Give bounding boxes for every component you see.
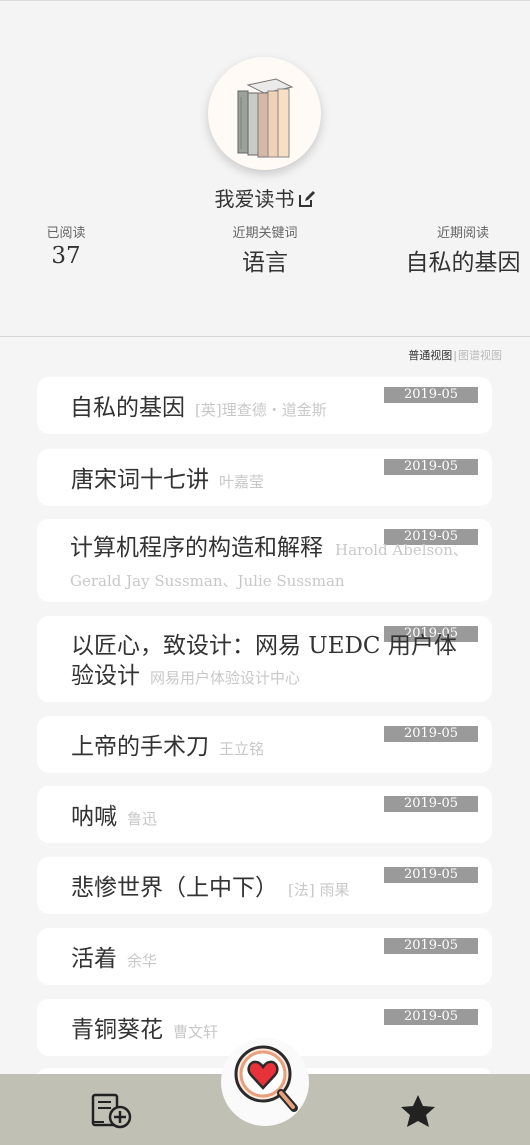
book-card[interactable]: 2019-05 悲惨世界（上中下） [法] 雨果 bbox=[37, 857, 492, 914]
book-card[interactable]: 2019-05 活着 余华 bbox=[37, 928, 492, 985]
book-card[interactable]: 2019-05 以匠心，致设计：网易 UEDC 用户体验设计 网易用户体验设计中心 bbox=[37, 616, 492, 702]
book-title: 唐宋词十七讲 bbox=[71, 467, 209, 493]
book-card[interactable]: 2019-05 呐喊 鲁迅 bbox=[37, 786, 492, 843]
book-info: 唐宋词十七讲 叶嘉莹 bbox=[71, 465, 478, 498]
book-info: 上帝的手术刀 王立铭 bbox=[71, 732, 478, 765]
graph-view-toggle[interactable]: 图谱视图 bbox=[458, 349, 502, 362]
book-author: 鲁迅 bbox=[127, 810, 158, 828]
book-info: 活着 余华 bbox=[71, 944, 478, 977]
book-card[interactable]: 2019-05 上帝的手术刀 王立铭 bbox=[37, 716, 492, 773]
book-info: 悲惨世界（上中下） [法] 雨果 bbox=[71, 873, 478, 906]
book-info: 计算机程序的构造和解释 Harold Abelson、Gerald Jay Sus… bbox=[70, 534, 478, 596]
book-card[interactable]: 2019-05 计算机程序的构造和解释 Harold Abelson、Gerald… bbox=[37, 519, 492, 602]
book-card[interactable]: 2019-05 自私的基因 [英]理查德・道金斯 bbox=[37, 377, 492, 434]
stat-keyword: 近期关键词 语言 bbox=[205, 222, 325, 277]
book-author: 王立铭 bbox=[219, 740, 265, 758]
book-title: 青铜葵花 bbox=[71, 1017, 163, 1043]
book-author: 网易用户体验设计中心 bbox=[150, 669, 301, 687]
view-toggle-separator: | bbox=[453, 349, 457, 362]
avatar[interactable] bbox=[208, 57, 321, 170]
username-row: 我爱读书 bbox=[0, 183, 530, 213]
star-icon[interactable] bbox=[400, 1094, 436, 1132]
book-title: 悲惨世界（上中下） bbox=[71, 875, 278, 901]
book-title: 呐喊 bbox=[71, 804, 117, 830]
book-info: 自私的基因 [英]理查德・道金斯 bbox=[70, 393, 478, 426]
stat-keyword-label: 近期关键词 bbox=[232, 226, 298, 241]
view-toggle: 普通视图|图谱视图 bbox=[408, 347, 502, 363]
stat-read-value: 37 bbox=[51, 243, 81, 269]
book-author: 叶嘉莹 bbox=[219, 473, 265, 491]
stat-read: 已阅读 37 bbox=[30, 222, 102, 269]
book-info: 以匠心，致设计：网易 UEDC 用户体验设计 网易用户体验设计中心 bbox=[71, 631, 476, 693]
book-author: 余华 bbox=[127, 952, 158, 970]
profile-header: 我爱读书 已阅读 37 近期关键词 语言 近期阅读 自私的基因 bbox=[0, 1, 530, 337]
book-card[interactable]: 2019-05 唐宋词十七讲 叶嘉莹 bbox=[37, 449, 492, 506]
heart-search-button[interactable] bbox=[221, 1038, 309, 1126]
stat-recent-value: 自私的基因 bbox=[405, 250, 521, 276]
stat-keyword-value: 语言 bbox=[242, 250, 288, 276]
edit-icon[interactable] bbox=[298, 189, 316, 213]
books-icon bbox=[237, 78, 294, 158]
stat-recent: 近期阅读 自私的基因 bbox=[400, 222, 526, 277]
book-title: 计算机程序的构造和解释 bbox=[70, 535, 323, 561]
normal-view-toggle[interactable]: 普通视图 bbox=[408, 349, 452, 362]
book-title: 活着 bbox=[71, 946, 117, 972]
stat-recent-label: 近期阅读 bbox=[436, 226, 489, 241]
heart-search-icon bbox=[234, 1045, 298, 1112]
book-info: 呐喊 鲁迅 bbox=[71, 802, 478, 835]
book-title: 自私的基因 bbox=[70, 395, 185, 421]
add-book-icon[interactable] bbox=[90, 1092, 134, 1134]
book-author: 曹文轩 bbox=[173, 1023, 219, 1041]
book-author: [英]理查德・道金斯 bbox=[195, 401, 327, 419]
book-author: [法] 雨果 bbox=[288, 881, 350, 899]
username: 我爱读书 bbox=[214, 187, 295, 211]
stat-read-label: 已阅读 bbox=[46, 226, 86, 241]
book-title: 上帝的手术刀 bbox=[71, 734, 209, 760]
